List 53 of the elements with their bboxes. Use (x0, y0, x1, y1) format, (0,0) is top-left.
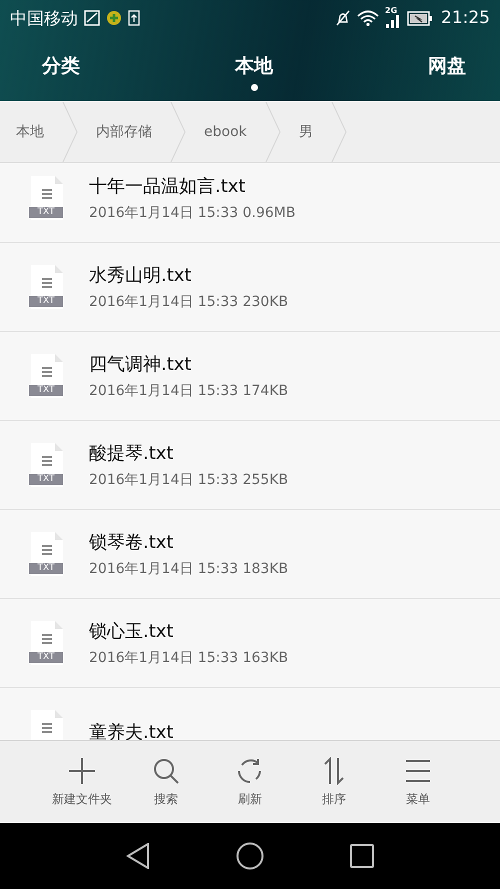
search-icon (152, 756, 180, 784)
file-name: 十年一品温如言.txt (89, 175, 246, 198)
toolbar-button[interactable]: 排序 (292, 741, 376, 823)
file-name: 锁琴卷.txt (89, 531, 174, 554)
file-details: 2016年1月14日 15:33 183KB (89, 560, 288, 578)
toolbar-button[interactable]: 刷新 (208, 741, 292, 823)
file-details: 2016年1月14日 15:33 0.96MB (89, 204, 296, 222)
plus-circle-icon (106, 10, 122, 26)
back-icon[interactable] (126, 843, 150, 869)
toolbar-button[interactable]: 菜单 (376, 741, 460, 823)
signal-icon (385, 14, 401, 28)
file-details: 2016年1月14日 15:33 230KB (89, 293, 288, 311)
file-type-label: TXT (36, 474, 56, 485)
file-name: 酸提琴.txt (89, 442, 174, 465)
tab[interactable]: 本地 (223, 36, 285, 101)
recent-apps-icon[interactable] (350, 844, 374, 868)
home-icon[interactable] (236, 842, 264, 870)
file-type-label: TXT (36, 563, 56, 574)
toolbar-button[interactable]: 搜索 (124, 741, 208, 823)
image-icon (84, 10, 100, 26)
breadcrumb-link[interactable]: ebook (186, 124, 265, 140)
file-type-label: TXT (36, 385, 56, 396)
file-details: 2016年1月14日 15:33 163KB (89, 649, 288, 667)
file-name: 童养夫.txt (89, 721, 174, 740)
file-type-label: TXT (36, 652, 56, 663)
file-type-label: TXT (36, 296, 56, 307)
breadcrumb-link[interactable]: 内部存储 (78, 122, 170, 140)
text-file-icon (29, 443, 65, 487)
plus-icon (68, 756, 96, 784)
file-name: 水秀山明.txt (89, 264, 192, 287)
file-details: 2016年1月14日 15:33 174KB (89, 382, 288, 400)
text-file-icon (29, 621, 65, 665)
text-file-icon (29, 354, 65, 398)
breadcrumb-link[interactable]: 本地 (0, 122, 62, 140)
tab[interactable]: 网盘 (416, 36, 478, 101)
clock-time: 21:25 (441, 8, 490, 28)
tab[interactable]: 分类 (30, 36, 92, 101)
network-type: 2G (385, 6, 398, 15)
file-name: 锁心玉.txt (89, 620, 174, 643)
text-file-icon (29, 265, 65, 309)
upload-icon (128, 10, 140, 26)
file-type-label: TXT (36, 207, 56, 218)
file-details: 2016年1月14日 15:33 255KB (89, 471, 288, 489)
toolbar-button[interactable]: 新建文件夹 (40, 741, 124, 823)
carrier-name: 中国移动 (10, 8, 78, 30)
text-file-icon (29, 176, 65, 220)
refresh-icon (236, 756, 264, 784)
text-file-icon (29, 532, 65, 576)
file-name: 四气调神.txt (89, 353, 192, 376)
muted-bell-icon (335, 10, 351, 26)
breadcrumb-link[interactable]: 男 (280, 122, 331, 140)
wifi-icon (357, 10, 379, 26)
battery-icon (407, 10, 433, 26)
